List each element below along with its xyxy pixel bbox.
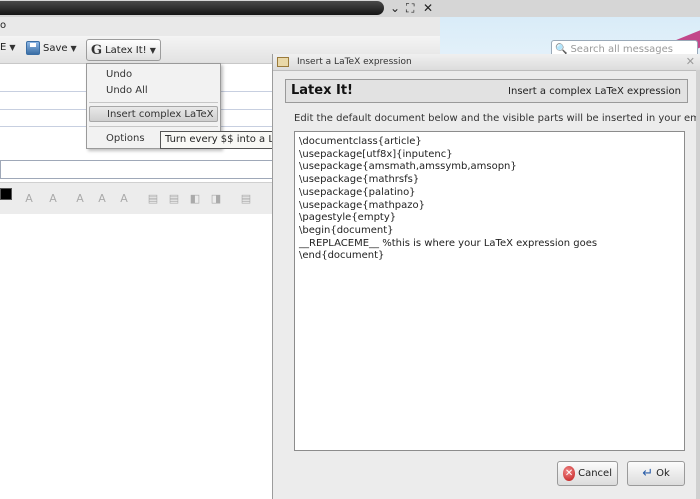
- toolbar-partial-button[interactable]: E ▼: [0, 42, 15, 53]
- dialog-heading: Latex It!: [291, 83, 353, 98]
- dialog-header: Latex It! Insert a complex LaTeX express…: [285, 79, 688, 103]
- save-button[interactable]: Save ▼: [26, 41, 77, 55]
- save-label: Save: [43, 42, 68, 54]
- editor-line: \usepackage{mathpazo}: [299, 199, 425, 211]
- editor-line: \usepackage{amsmath,amssymb,amsopn}: [299, 161, 517, 173]
- editor-line: \usepackage[utf8x]{inputenc}: [299, 148, 453, 160]
- chevron-down-icon: ▼: [149, 45, 156, 55]
- editor-line: \begin{document}: [299, 224, 394, 236]
- indent-icon[interactable]: ◨: [208, 192, 224, 206]
- chevron-down-icon[interactable]: ⌄: [390, 1, 400, 15]
- close-icon[interactable]: ✕: [423, 1, 433, 15]
- toolbar-partial-label: E: [0, 42, 7, 53]
- bullet-list-icon[interactable]: ▤: [145, 192, 161, 206]
- menu-item-undo[interactable]: Undo: [87, 67, 220, 83]
- editor-line: __REPLACEME__ %this is where your LaTeX …: [299, 237, 598, 249]
- titlebar-tab: [0, 1, 384, 15]
- background-window-edge: [696, 70, 700, 499]
- search-icon: 🔍: [555, 43, 568, 55]
- menu-separator: [89, 102, 218, 103]
- underline-icon[interactable]: A: [116, 192, 132, 206]
- ok-label: Ok: [656, 468, 670, 479]
- outdent-icon[interactable]: ◧: [187, 192, 203, 206]
- maximize-icon[interactable]: ⛶: [406, 1, 414, 15]
- editor-line: \usepackage{mathrsfs}: [299, 174, 420, 186]
- italic-icon[interactable]: A: [94, 192, 110, 206]
- dialog-description: Edit the default document below and the …: [294, 113, 700, 124]
- search-placeholder: Search all messages: [570, 43, 674, 55]
- align-icon[interactable]: ▤: [238, 192, 254, 206]
- window-titlebar: ⌄ ⛶ ✕: [0, 0, 700, 17]
- menubar: o: [0, 17, 440, 36]
- format-toolbar: A A A A A ▤ ▤ ◧ ◨ ▤: [0, 182, 273, 214]
- menu-item-insert-complex-latex[interactable]: Insert complex LaTeX: [89, 106, 218, 122]
- cancel-label: Cancel: [578, 468, 612, 479]
- message-body[interactable]: [0, 215, 273, 499]
- cancel-icon: ✕: [563, 466, 576, 481]
- editor-line: \usepackage{palatino}: [299, 186, 416, 198]
- enter-icon: ↵: [642, 466, 654, 481]
- editor-line: \pagestyle{empty}: [299, 212, 397, 224]
- editor-line: \documentclass{article}: [299, 136, 422, 147]
- envelope-icon: [277, 57, 289, 67]
- chevron-down-icon: ▼: [9, 43, 16, 52]
- font-smaller-icon[interactable]: A: [21, 192, 37, 206]
- numbered-list-icon[interactable]: ▤: [166, 192, 182, 206]
- editor-line: \end{document}: [299, 250, 385, 262]
- menu-item-undo-all[interactable]: Undo All: [87, 83, 220, 99]
- latex-it-button[interactable]: G Latex It! ▼: [86, 39, 161, 61]
- latex-icon: G: [91, 42, 103, 58]
- text-color-swatch[interactable]: [0, 188, 12, 200]
- ok-button[interactable]: ↵ Ok: [627, 461, 685, 486]
- bold-icon[interactable]: A: [72, 192, 88, 206]
- latex-it-label: Latex It!: [105, 44, 147, 56]
- dialog-subheading: Insert a complex LaTeX expression: [508, 86, 681, 97]
- menu-separator: [89, 126, 218, 127]
- close-icon[interactable]: ✕: [686, 55, 695, 68]
- dialog-title: Insert a LaTeX expression: [297, 57, 412, 67]
- subject-field[interactable]: [0, 160, 273, 179]
- latex-dialog: Insert a LaTeX expression ✕ Latex It! In…: [272, 54, 700, 499]
- dialog-titlebar: Insert a LaTeX expression ✕: [273, 54, 700, 71]
- save-icon: [26, 41, 40, 55]
- chevron-down-icon: ▼: [70, 43, 77, 53]
- menu-item-partial[interactable]: o: [0, 20, 6, 31]
- font-larger-icon[interactable]: A: [45, 192, 61, 206]
- cancel-button[interactable]: ✕ Cancel: [557, 461, 618, 486]
- latex-editor[interactable]: \documentclass{article} \usepackage[utf8…: [294, 131, 685, 451]
